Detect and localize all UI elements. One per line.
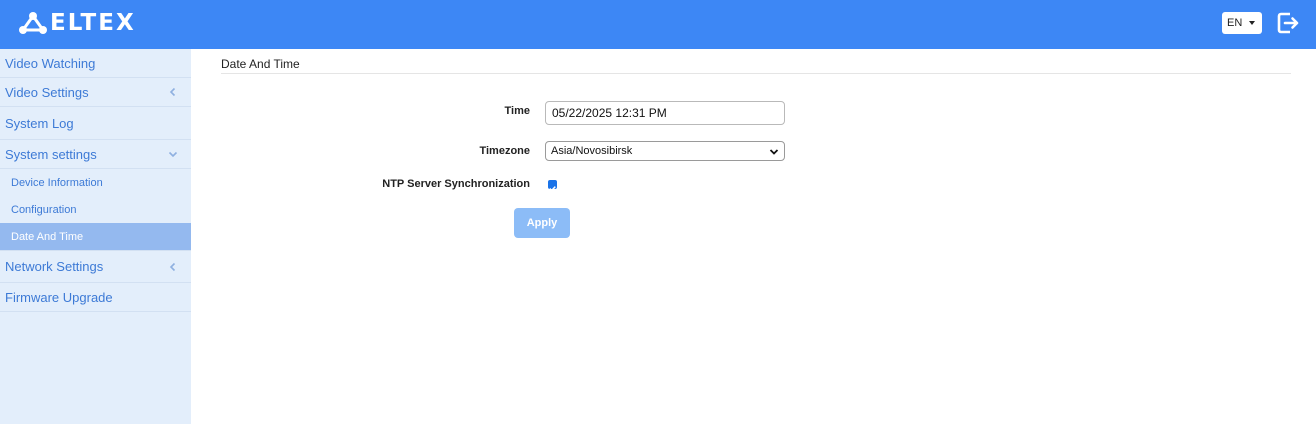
chevron-down-icon [168, 151, 178, 158]
language-select[interactable]: EN [1222, 12, 1262, 34]
sidebar-item-system-settings[interactable]: System settings [0, 140, 191, 169]
sidebar-item-firmware-upgrade[interactable]: Firmware Upgrade [0, 283, 191, 312]
apply-button-label: Apply [526, 217, 558, 229]
chevron-left-icon [169, 262, 176, 271]
time-input[interactable] [545, 101, 785, 125]
sidebar-subitem-label: Device Information [11, 176, 103, 189]
sidebar-subitem-device-information[interactable]: Device Information [0, 169, 191, 196]
sidebar-item-system-log[interactable]: System Log [0, 107, 191, 140]
sidebar-item-network-settings[interactable]: Network Settings [0, 250, 191, 283]
sidebar-item-label: Video Watching [5, 55, 96, 71]
logo-mark-icon [19, 12, 47, 34]
sidebar-item-video-watching[interactable]: Video Watching [0, 49, 191, 78]
logout-icon [1277, 12, 1299, 34]
apply-button[interactable]: Apply [514, 208, 570, 238]
chevron-left-icon [169, 87, 176, 97]
ntp-label: NTP Server Synchronization [382, 178, 530, 190]
caret-down-icon [1249, 21, 1255, 25]
sidebar-item-label: Video Settings [5, 84, 89, 100]
timezone-value: Asia/Novosibirsk [551, 145, 633, 157]
page-title: Date And Time [221, 57, 300, 71]
sidebar-subitem-label: Configuration [11, 203, 77, 216]
sidebar-item-label: Firmware Upgrade [5, 289, 113, 305]
sidebar-subitem-configuration[interactable]: Configuration [0, 196, 191, 223]
sidebar-item-video-settings[interactable]: Video Settings [0, 78, 191, 107]
ntp-checkbox[interactable] [548, 180, 557, 192]
sidebar-subitem-label: Date And Time [11, 230, 84, 243]
top-bar: ELTEX EN [0, 0, 1316, 49]
eltex-logo[interactable]: ELTEX [18, 10, 136, 36]
sidebar-item-label: System settings [5, 146, 97, 162]
logout-button[interactable] [1276, 11, 1300, 35]
chevron-down-icon [769, 149, 779, 155]
title-divider [221, 73, 1291, 74]
language-value: EN [1227, 17, 1243, 29]
timezone-label: Timezone [479, 145, 530, 157]
sidebar-nav: Video Watching Video Settings System Log… [0, 49, 191, 424]
timezone-select[interactable]: Asia/Novosibirsk [545, 141, 785, 161]
brand-name: ELTEX [50, 10, 136, 36]
sidebar-subitem-date-and-time[interactable]: Date And Time [0, 223, 191, 250]
sidebar-item-label: System Log [5, 115, 74, 131]
checkmark-icon [549, 186, 556, 192]
sidebar-item-label: Network Settings [5, 259, 104, 274]
time-label: Time [504, 105, 530, 117]
